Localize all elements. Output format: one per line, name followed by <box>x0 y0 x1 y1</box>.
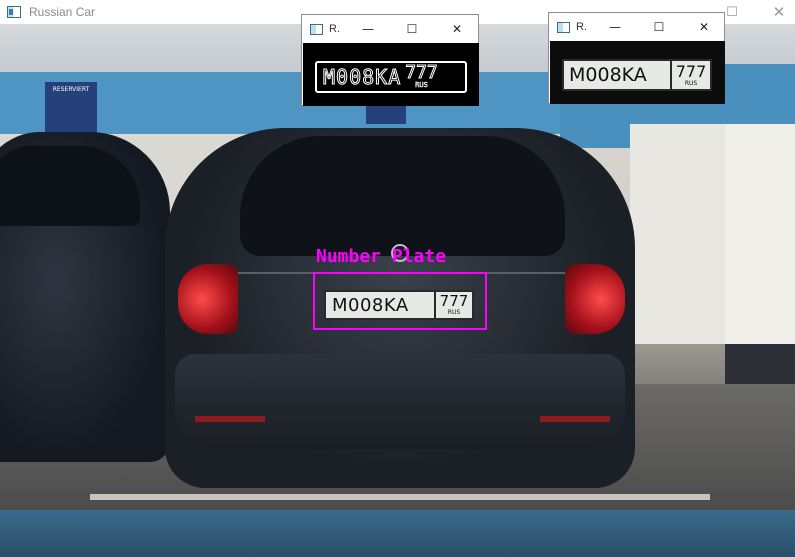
edge-plate-country: RUS <box>415 81 428 90</box>
app-icon <box>557 21 570 33</box>
maximize-button[interactable]: ☐ <box>402 19 422 39</box>
reflector-right <box>540 416 610 422</box>
cropped-plate-title: R. <box>576 21 587 33</box>
window-title: Russian Car <box>29 5 96 19</box>
tail-light-right <box>565 264 625 334</box>
maximize-button[interactable]: ☐ <box>649 17 669 37</box>
edge-map-canvas: M008KA 777 RUS <box>303 43 479 106</box>
detection-label: Number Plate <box>316 246 447 267</box>
edge-map-titlebar[interactable]: R. — ☐ ✕ <box>302 15 478 43</box>
edge-plate-region-block: 777 RUS <box>405 62 439 90</box>
cropped-plate-number: M008KA <box>569 64 647 86</box>
close-button[interactable]: ✕ <box>447 19 467 39</box>
rear-window <box>240 136 565 256</box>
app-icon <box>7 6 21 18</box>
detection-box <box>313 272 487 330</box>
parking-line <box>90 494 710 500</box>
cropped-plate-country: RUS <box>684 79 698 87</box>
cropped-plate-region-block: 777 RUS <box>670 61 710 89</box>
reserved-sign: RESERVIERT <box>45 82 97 134</box>
cropped-plate-canvas: M008KA 777 RUS <box>550 41 725 104</box>
reserved-sign-text: RESERVIERT <box>52 86 90 93</box>
close-button[interactable]: ✕ <box>694 17 714 37</box>
minimize-button[interactable]: — <box>605 17 625 37</box>
reflector-left <box>195 416 265 422</box>
cropped-plate-region: 777 <box>675 61 707 81</box>
wall-sign <box>366 104 406 124</box>
floor-stripe <box>0 510 795 557</box>
app-icon <box>310 23 323 35</box>
rear-bumper <box>175 354 625 449</box>
edge-plate-number: M008KA <box>322 65 402 90</box>
edge-map-title: R. <box>329 23 340 35</box>
edge-plate-region: 777 <box>405 62 439 83</box>
cropped-plate-window: R. — ☐ ✕ M008KA 777 RUS <box>548 12 725 104</box>
edge-map-window: R. — ☐ ✕ M008KA 777 RUS <box>301 14 479 106</box>
close-button[interactable]: ✕ <box>756 0 795 24</box>
cropped-plate-titlebar[interactable]: R. — ☐ ✕ <box>549 13 724 41</box>
minimize-button[interactable]: — <box>358 19 378 39</box>
edge-plate: M008KA 777 RUS <box>315 61 467 93</box>
cropped-plate: M008KA 777 RUS <box>562 59 712 91</box>
tail-light-left <box>178 264 238 334</box>
